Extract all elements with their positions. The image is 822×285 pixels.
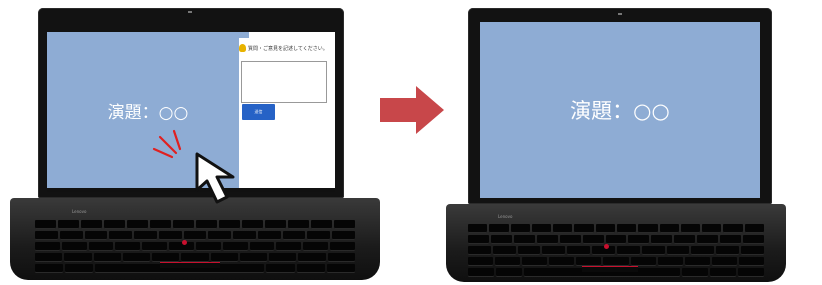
right-laptop-lid: 演題：○○ bbox=[468, 8, 772, 204]
right-laptop-base: Lenovo bbox=[446, 204, 786, 282]
fullscreen-slide: 演題：○○ bbox=[480, 22, 760, 198]
fullscreen-slide-title: 演題：○○ bbox=[570, 99, 670, 123]
click-marks bbox=[152, 129, 182, 159]
question-textarea[interactable] bbox=[241, 61, 327, 103]
pointer-cursor-icon bbox=[195, 152, 235, 204]
webcam-dot bbox=[188, 11, 192, 13]
right-laptop-brand: Lenovo bbox=[498, 214, 513, 219]
right-trackpoint-buttons bbox=[582, 266, 638, 272]
right-arrow-icon bbox=[380, 86, 444, 134]
left-laptop-lid: 演題：○○ 質問・ご意見を記述してください。 送信 bbox=[38, 8, 344, 198]
question-prompt: 質問・ご意見を記述してください。 bbox=[248, 45, 328, 52]
right-laptop: 演題：○○ Lenovo bbox=[446, 0, 822, 285]
left-laptop-brand: Lenovo bbox=[72, 209, 87, 214]
slide-bottom-bar bbox=[47, 188, 335, 192]
submit-button[interactable]: 送信 bbox=[242, 104, 275, 120]
left-trackpoint-buttons bbox=[160, 262, 220, 268]
left-laptop: 演題：○○ 質問・ご意見を記述してください。 送信 Lenovo bbox=[0, 0, 388, 285]
question-panel-header: 質問・ご意見を記述してください。 bbox=[239, 44, 328, 52]
left-trackpoint bbox=[182, 240, 187, 245]
left-laptop-screen: 演題：○○ 質問・ご意見を記述してください。 送信 bbox=[47, 32, 335, 192]
question-person-icon bbox=[239, 44, 246, 52]
right-webcam-dot bbox=[618, 13, 622, 15]
right-trackpoint bbox=[604, 244, 609, 249]
slide-title: 演題：○○ bbox=[107, 102, 189, 123]
